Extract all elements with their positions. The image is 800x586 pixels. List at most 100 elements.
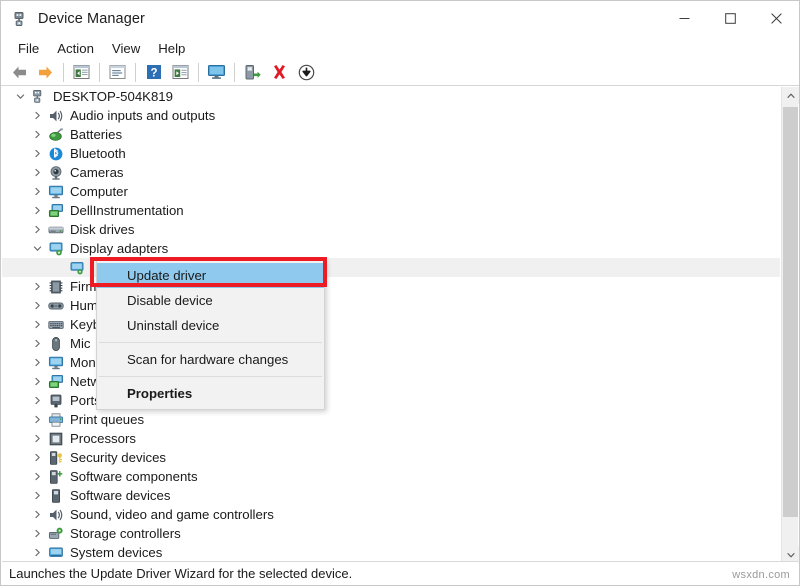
chevron-down-icon[interactable] [29, 239, 46, 258]
tree-item-software-devices[interactable]: Software devices [2, 486, 780, 505]
context-menu-item-properties[interactable]: Properties [97, 381, 324, 406]
tree-item-dellinstrumentation[interactable]: DellInstrumentation [2, 201, 780, 220]
speaker-icon [46, 106, 65, 125]
context-menu-item-label: Properties [127, 386, 192, 401]
chevron-right-icon[interactable] [29, 524, 46, 543]
window-controls [661, 1, 799, 35]
chevron-right-icon[interactable] [29, 296, 46, 315]
tree-item-desktop-504k819[interactable]: DESKTOP-504K819 [2, 87, 780, 106]
tree-item-print-queues[interactable]: Print queues [2, 410, 780, 429]
scrollbar-thumb[interactable] [783, 107, 798, 517]
network-monitor-icon [46, 201, 65, 220]
help-button[interactable]: ? [141, 60, 166, 84]
computer-icon [29, 87, 48, 106]
chevron-right-icon[interactable] [29, 486, 46, 505]
context-menu[interactable]: Update driver Disable device Uninstall d… [96, 260, 325, 410]
context-menu-separator-2 [99, 376, 322, 377]
minimize-button[interactable] [661, 1, 707, 35]
disable-device-button[interactable] [294, 60, 319, 84]
network-adapter-icon [46, 372, 65, 391]
chevron-right-icon[interactable] [29, 448, 46, 467]
context-menu-item-label: Disable device [127, 293, 213, 308]
storage-controller-icon [46, 524, 65, 543]
close-button[interactable] [753, 1, 799, 35]
chevron-right-icon[interactable] [29, 543, 46, 562]
tree-item-computer[interactable]: Computer [2, 182, 780, 201]
chevron-right-icon[interactable] [29, 144, 46, 163]
chevron-right-icon[interactable] [29, 505, 46, 524]
chevron-down-icon[interactable] [12, 87, 29, 106]
context-menu-item-update-driver[interactable]: Update driver [97, 263, 324, 288]
svg-text:?: ? [150, 67, 157, 79]
chevron-right-icon[interactable] [29, 182, 46, 201]
update-driver-button[interactable] [168, 60, 193, 84]
tree-item-sound-video-and-game-controllers[interactable]: Sound, video and game controllers [2, 505, 780, 524]
chevron-right-icon[interactable] [29, 429, 46, 448]
chevron-right-icon[interactable] [29, 372, 46, 391]
scroll-up-button[interactable] [782, 87, 799, 104]
chevron-right-icon[interactable] [29, 201, 46, 220]
tree-item-bluetooth[interactable]: Bluetooth [2, 144, 780, 163]
chevron-right-icon[interactable] [29, 391, 46, 410]
chevron-right-icon[interactable] [29, 410, 46, 429]
software-device-icon [46, 486, 65, 505]
toolbar-separator-3 [135, 63, 136, 82]
display-adapter-icon [46, 239, 65, 258]
chevron-right-icon[interactable] [29, 125, 46, 144]
context-menu-separator-1 [99, 342, 322, 343]
tree-item-security-devices[interactable]: Security devices [2, 448, 780, 467]
tree-item-audio-inputs-and-outputs[interactable]: Audio inputs and outputs [2, 106, 780, 125]
show-hide-console-tree-button[interactable] [69, 60, 94, 84]
tree-item-label: Audio inputs and outputs [70, 106, 215, 125]
tree-item-label: DellInstrumentation [70, 201, 184, 220]
properties-button[interactable] [105, 60, 130, 84]
uninstall-device-button[interactable] [267, 60, 292, 84]
tree-item-storage-controllers[interactable]: Storage controllers [2, 524, 780, 543]
tree-item-label: Security devices [70, 448, 166, 467]
menu-view[interactable]: View [103, 39, 149, 58]
tree-item-label: Bluetooth [70, 144, 126, 163]
chevron-right-icon[interactable] [29, 220, 46, 239]
tree-item-label: Disk drives [70, 220, 134, 239]
menu-file[interactable]: File [9, 39, 48, 58]
menu-action[interactable]: Action [48, 39, 103, 58]
chevron-right-icon[interactable] [29, 334, 46, 353]
chevron-right-icon[interactable] [29, 353, 46, 372]
context-menu-item-uninstall-device[interactable]: Uninstall device [97, 313, 324, 338]
title-bar: Device Manager [1, 1, 799, 37]
firmware-icon [46, 277, 65, 296]
forward-button[interactable] [33, 60, 58, 84]
tree-item-label: Sound, video and game controllers [70, 505, 274, 524]
tree-item-label: Print queues [70, 410, 144, 429]
scan-hardware-changes-button[interactable] [204, 60, 229, 84]
tree-item-disk-drives[interactable]: Disk drives [2, 220, 780, 239]
tree-item-label: Processors [70, 429, 136, 448]
context-menu-item-disable-device[interactable]: Disable device [97, 288, 324, 313]
context-menu-item-label: Update driver [127, 268, 206, 283]
chevron-right-icon[interactable] [29, 467, 46, 486]
chevron-right-icon[interactable] [29, 163, 46, 182]
camera-icon [46, 163, 65, 182]
chevron-right-icon[interactable] [29, 277, 46, 296]
tree-item-software-components[interactable]: Software components [2, 467, 780, 486]
window-title: Device Manager [38, 11, 145, 27]
tree-item-label: Storage controllers [70, 524, 181, 543]
chevron-right-icon[interactable] [29, 106, 46, 125]
chevron-right-icon[interactable] [29, 315, 46, 334]
enable-device-button[interactable] [240, 60, 265, 84]
context-menu-item-scan-for-hardware-changes[interactable]: Scan for hardware changes [97, 347, 324, 372]
tree-item-processors[interactable]: Processors [2, 429, 780, 448]
tree-item-display-adapters[interactable]: Display adapters [2, 239, 780, 258]
watermark: wsxdn.com [732, 569, 790, 581]
back-button[interactable] [6, 60, 31, 84]
tree-item-label: Batteries [70, 125, 122, 144]
tree-item-system-devices[interactable]: System devices [2, 543, 780, 562]
vertical-scrollbar[interactable] [781, 87, 798, 563]
context-menu-item-label: Uninstall device [127, 318, 219, 333]
battery-icon [46, 125, 65, 144]
status-bar-text: Launches the Update Driver Wizard for th… [9, 566, 352, 581]
menu-help[interactable]: Help [149, 39, 194, 58]
maximize-button[interactable] [707, 1, 753, 35]
tree-item-batteries[interactable]: Batteries [2, 125, 780, 144]
tree-item-cameras[interactable]: Cameras [2, 163, 780, 182]
